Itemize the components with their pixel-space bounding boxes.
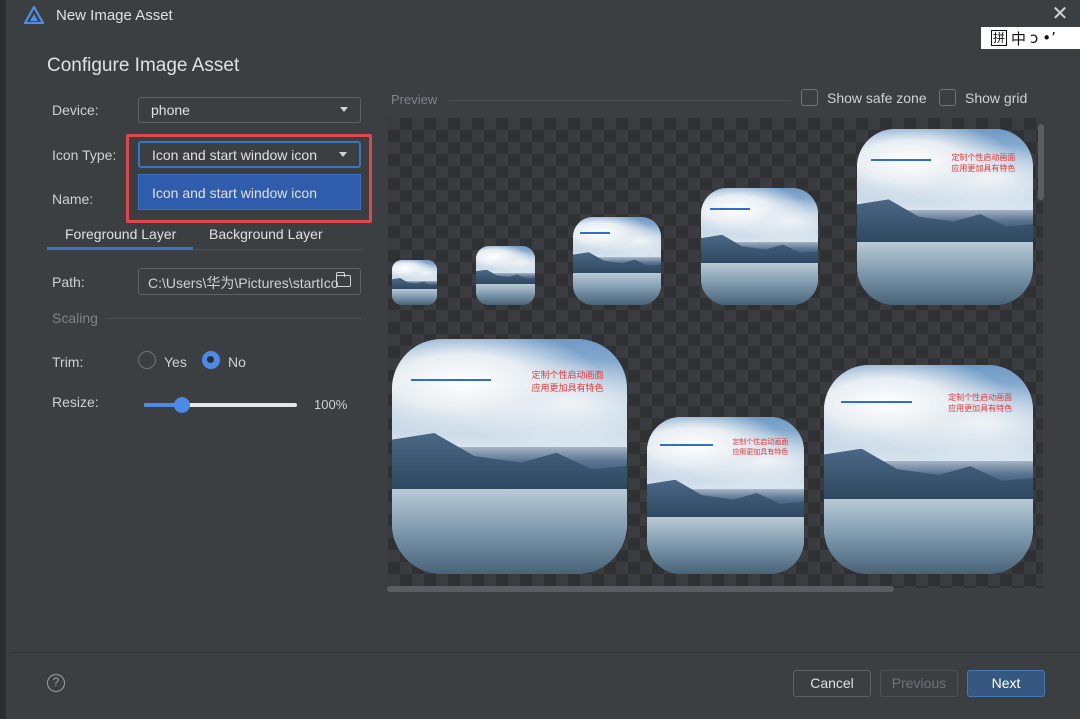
show-safe-zone-label[interactable]: Show safe zone xyxy=(827,90,927,106)
window-title: New Image Asset xyxy=(56,7,173,24)
device-select-value: phone xyxy=(151,102,190,118)
show-grid-label[interactable]: Show grid xyxy=(965,90,1027,106)
next-button[interactable]: Next xyxy=(967,670,1045,697)
icon-type-label: Icon Type: xyxy=(52,147,117,163)
section-divider xyxy=(106,318,361,319)
device-label: Device: xyxy=(52,102,99,118)
trim-yes-radio[interactable] xyxy=(138,351,156,369)
resize-slider[interactable] xyxy=(144,397,297,413)
tab-foreground-layer[interactable]: Foreground Layer xyxy=(65,226,176,242)
path-label: Path: xyxy=(52,274,85,290)
show-grid-checkbox[interactable] xyxy=(939,89,956,106)
icon-preview-tile xyxy=(476,246,535,305)
resize-slider-thumb[interactable] xyxy=(174,397,190,413)
ime-pinyin-icon[interactable]: 拼 xyxy=(991,30,1007,46)
title-bar: New Image Asset ✕ xyxy=(6,0,1080,30)
trim-no-label[interactable]: No xyxy=(228,354,246,370)
start-window-preview-tile: 定制个性启动画面 应用更加具有特色 xyxy=(647,417,804,574)
help-icon[interactable]: ? xyxy=(47,674,65,692)
icon-preview-tile: 定制个性启动画面 应用更加具有特色 xyxy=(857,129,1033,305)
trim-label: Trim: xyxy=(52,354,84,370)
resize-value: 100% xyxy=(314,397,348,412)
preview-section-label: Preview xyxy=(391,92,438,107)
folder-icon[interactable] xyxy=(336,272,351,287)
preview-vertical-scrollbar[interactable] xyxy=(1038,124,1044,200)
layer-tabs: Foreground Layer Background Layer xyxy=(47,222,362,250)
app-logo-icon xyxy=(24,6,44,24)
overlay-text: 定制个性启动画面 应用更加具有特色 xyxy=(531,370,604,394)
overlay-text: 定制个性启动画面 应用更加具有特色 xyxy=(732,438,789,457)
icon-type-select[interactable]: Icon and start window icon xyxy=(138,141,361,168)
ime-punctuation-icon[interactable]: •ʼ xyxy=(1042,29,1056,47)
overlay-text: 定制个性启动画面 应用更加具有特色 xyxy=(951,152,1016,173)
ime-chinese-mode-icon[interactable]: 中 xyxy=(1011,28,1026,49)
overlay-text: 定制个性启动画面 应用更加具有特色 xyxy=(948,393,1013,414)
trim-no-radio[interactable] xyxy=(202,351,220,369)
preview-canvas: 定制个性启动画面 应用更加具有特色 定制个性启动画面 应用更加具有特色 定制个性启动… xyxy=(388,118,1043,588)
preview-horizontal-scrollbar[interactable] xyxy=(387,586,894,592)
ime-toolbar[interactable]: 拼 中 ᴐ •ʼ xyxy=(981,27,1080,49)
page-title: Configure Image Asset xyxy=(47,55,240,76)
start-window-preview-tile: 定制个性启动画面 应用更加具有特色 xyxy=(824,365,1033,574)
footer-divider xyxy=(12,652,1080,653)
icon-preview-tile xyxy=(392,260,437,305)
icon-type-dropdown-option[interactable]: Icon and start window icon xyxy=(138,174,361,210)
tab-background-layer[interactable]: Background Layer xyxy=(209,226,323,242)
trim-yes-label[interactable]: Yes xyxy=(164,354,187,370)
scaling-section-label: Scaling xyxy=(52,310,98,326)
chevron-down-icon xyxy=(339,152,347,157)
show-safe-zone-checkbox[interactable] xyxy=(801,89,818,106)
start-window-preview-tile: 定制个性启动画面 应用更加具有特色 xyxy=(392,339,627,574)
path-input[interactable]: C:\Users\华为\Pictures\startIco xyxy=(138,268,361,295)
close-icon[interactable]: ✕ xyxy=(1049,3,1071,25)
new-image-asset-dialog: New Image Asset ✕ 拼 中 ᴐ •ʼ Configure Ima… xyxy=(0,0,1080,719)
icon-preview-tile xyxy=(701,188,818,305)
previous-button[interactable]: Previous xyxy=(880,670,958,697)
path-value: C:\Users\华为\Pictures\startIco xyxy=(148,275,339,291)
icon-type-select-value: Icon and start window icon xyxy=(152,147,317,163)
preview-divider xyxy=(449,100,791,101)
device-select[interactable]: phone xyxy=(138,97,361,123)
ime-moon-icon[interactable]: ᴐ xyxy=(1030,29,1038,47)
resize-label: Resize: xyxy=(52,394,99,410)
cancel-button[interactable]: Cancel xyxy=(793,670,871,697)
name-label: Name: xyxy=(52,191,94,207)
chevron-down-icon xyxy=(340,107,348,112)
active-tab-indicator xyxy=(47,247,193,250)
icon-preview-tile xyxy=(573,217,661,305)
